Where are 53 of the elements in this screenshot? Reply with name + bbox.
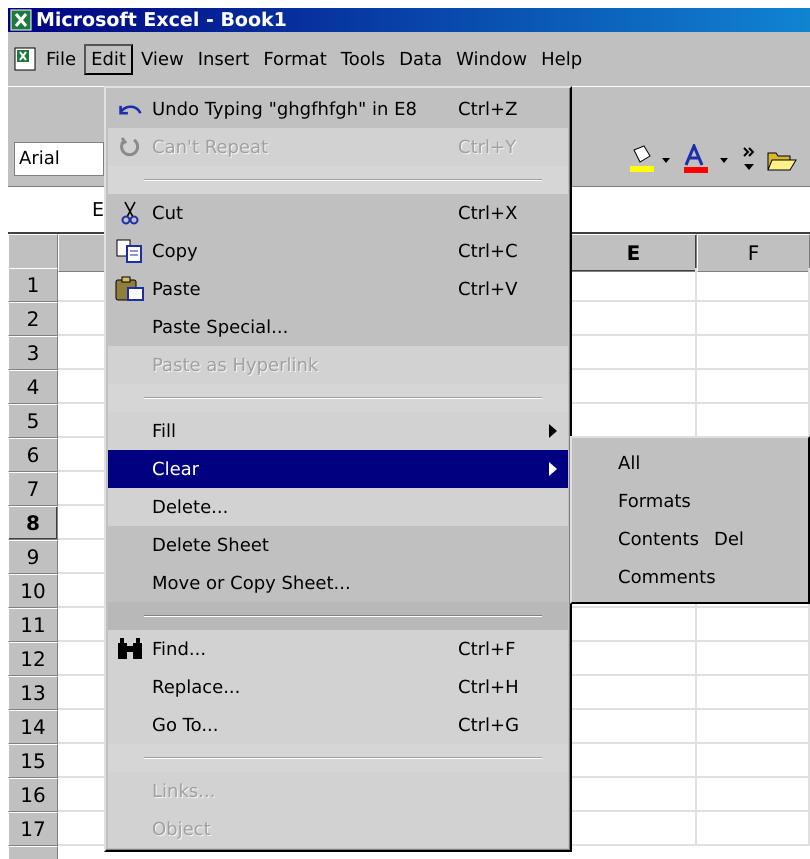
redo-icon [119,136,141,158]
row-header[interactable]: 17 [8,812,58,846]
cell[interactable] [697,812,810,846]
cell[interactable] [697,676,810,710]
cell[interactable] [697,778,810,812]
fill-color-icon[interactable] [628,144,672,174]
cell[interactable] [697,302,810,336]
app-icon [10,9,32,31]
row-header[interactable]: 6 [8,438,58,472]
cell[interactable] [697,370,810,404]
column-header[interactable]: E [570,234,697,272]
binoculars-icon [116,637,144,661]
font-field[interactable]: Arial [14,142,104,176]
row-header[interactable]: 10 [8,574,58,608]
row-header[interactable]: 1 [8,268,58,302]
copy-icon [116,239,144,263]
cell[interactable] [697,744,810,778]
undo-icon [118,104,142,114]
document-icon[interactable] [12,46,38,72]
row-header[interactable]: 3 [8,336,58,370]
menu-option[interactable]: Clear [108,450,568,488]
row-header[interactable]: 4 [8,370,58,404]
cell[interactable] [697,710,810,744]
menu-item[interactable]: Edit [84,44,133,74]
name-box[interactable]: E [8,198,104,220]
row-header[interactable]: 9 [8,540,58,574]
menu-option[interactable]: Formats [574,482,806,520]
cell[interactable] [697,642,810,676]
cell[interactable] [697,336,810,370]
window-title: Microsoft Excel - Book1 [36,9,287,31]
row-header[interactable]: 16 [8,778,58,812]
row-header[interactable]: 14 [8,710,58,744]
row-header[interactable]: 5 [8,404,58,438]
menu-option[interactable]: Comments [574,558,806,596]
menu-option[interactable]: All [574,444,806,482]
row-header[interactable]: 13 [8,676,58,710]
cell[interactable] [697,268,810,302]
clipboard-icon [115,276,145,302]
scissors-icon [120,200,140,226]
row-header[interactable]: 11 [8,608,58,642]
menu-option[interactable]: Find... Ctrl+F [108,630,568,668]
row-header[interactable]: 7 [8,472,58,506]
menu-option[interactable]: Delete... [108,488,568,526]
row-header[interactable]: 2 [8,302,58,336]
column-header[interactable]: F [697,234,810,272]
menu-option[interactable]: Go To... Ctrl+G [108,706,568,744]
cell[interactable] [697,608,810,642]
menu-option[interactable]: Fill [108,412,568,450]
row-header[interactable]: 8 [8,506,58,540]
menu-option[interactable]: Replace... Ctrl+H [108,668,568,706]
row-header[interactable]: 12 [8,642,58,676]
row-header[interactable]: 15 [8,744,58,778]
menu-option[interactable]: Contents Del [574,520,806,558]
